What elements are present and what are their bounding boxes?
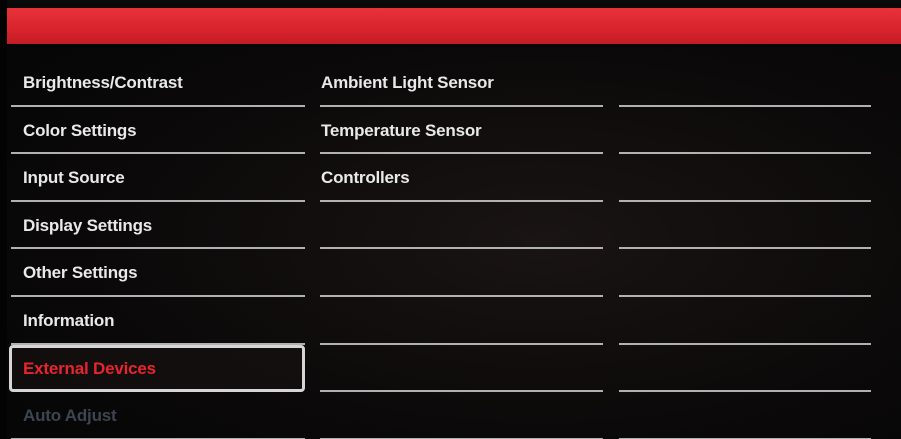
- submenu-empty-row: [320, 249, 603, 297]
- menu-item-label: Other Settings: [23, 263, 138, 283]
- menu-item-brightness-contrast[interactable]: Brightness/Contrast: [9, 59, 305, 107]
- menu-item-other-settings[interactable]: Other Settings: [9, 249, 305, 297]
- osd-menu-screen: Brightness/Contrast Color Settings Input…: [0, 0, 901, 439]
- submenu-column: Ambient Light Sensor Temperature Sensor …: [320, 59, 603, 439]
- submenu-empty-row: [320, 345, 603, 393]
- value-column: [619, 59, 871, 439]
- submenu-item-controllers[interactable]: Controllers: [320, 154, 603, 202]
- menu-item-label: Display Settings: [23, 215, 153, 235]
- menu-header-bar: [7, 8, 901, 44]
- menu-item-information[interactable]: Information: [9, 297, 305, 345]
- submenu-item-ambient-light-sensor[interactable]: Ambient Light Sensor: [320, 59, 603, 107]
- value-empty-row: [619, 154, 871, 202]
- value-empty-row: [619, 202, 871, 250]
- value-empty-row: [619, 59, 871, 107]
- submenu-empty-row: [320, 202, 603, 250]
- top-bezel: [0, 0, 901, 8]
- value-empty-row: [619, 297, 871, 345]
- menu-item-label: Color Settings: [23, 120, 137, 140]
- value-empty-row: [619, 107, 871, 155]
- submenu-item-label: Temperature Sensor: [321, 120, 482, 140]
- menu-item-label: Auto Adjust: [23, 406, 117, 426]
- menu-item-input-source[interactable]: Input Source: [9, 154, 305, 202]
- menu-item-color-settings[interactable]: Color Settings: [9, 107, 305, 155]
- menu-item-label: Information: [23, 310, 115, 330]
- left-bezel: [0, 0, 7, 439]
- menu-item-auto-adjust: Auto Adjust: [9, 392, 305, 439]
- submenu-item-temperature-sensor[interactable]: Temperature Sensor: [320, 107, 603, 155]
- menu-item-external-devices[interactable]: External Devices: [9, 344, 305, 393]
- menu-item-label: External Devices: [23, 358, 156, 378]
- menu-item-label: Brightness/Contrast: [23, 73, 183, 92]
- main-menu-column: Brightness/Contrast Color Settings Input…: [9, 59, 305, 439]
- submenu-empty-row: [320, 392, 603, 439]
- menu-item-label: Input Source: [23, 168, 125, 188]
- menu-item-display-settings[interactable]: Display Settings: [9, 202, 305, 250]
- submenu-item-label: Ambient Light Sensor: [321, 73, 494, 92]
- submenu-item-label: Controllers: [321, 168, 410, 188]
- value-empty-row: [619, 345, 871, 393]
- value-empty-row: [619, 249, 871, 297]
- submenu-empty-row: [320, 297, 603, 345]
- value-empty-row: [619, 392, 871, 439]
